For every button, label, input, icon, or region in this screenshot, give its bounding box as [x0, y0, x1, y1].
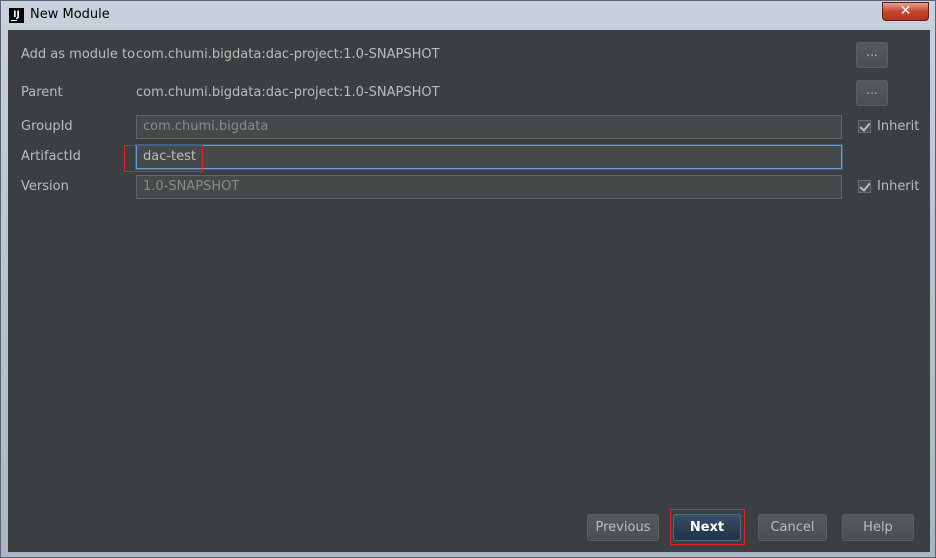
parent-browse-button[interactable]: ...: [856, 80, 888, 106]
title-bar[interactable]: IJ New Module ✕: [1, 1, 935, 30]
checkmark-icon[interactable]: [858, 120, 871, 133]
intellij-icon: IJ: [9, 8, 24, 23]
artifact-id-field[interactable]: dac-test: [136, 145, 842, 169]
artifact-id-annotation: [124, 145, 203, 172]
dialog-window: IJ New Module ✕ Add as module to com.chu…: [0, 0, 936, 558]
group-id-label: GroupId: [21, 119, 73, 134]
checkmark-icon[interactable]: [858, 180, 871, 193]
version-inherit-label: Inherit: [877, 179, 920, 194]
cancel-button[interactable]: Cancel: [758, 514, 827, 541]
version-inherit-checkbox[interactable]: Inherit: [858, 179, 919, 194]
next-annotation: [670, 509, 745, 545]
close-icon: ✕: [899, 3, 912, 19]
dialog-content: Add as module to com.chumi.bigdata:dac-p…: [8, 30, 930, 552]
previous-button[interactable]: Previous: [587, 514, 659, 541]
parent-label: Parent: [21, 85, 63, 100]
group-id-field[interactable]: com.chumi.bigdata: [136, 115, 842, 139]
add-as-module-browse-button[interactable]: ...: [856, 42, 888, 68]
parent-value: com.chumi.bigdata:dac-project:1.0-SNAPSH…: [136, 85, 440, 100]
window-title: New Module: [30, 7, 110, 22]
add-as-module-value: com.chumi.bigdata:dac-project:1.0-SNAPSH…: [136, 47, 440, 62]
group-id-inherit-checkbox[interactable]: Inherit: [858, 119, 919, 134]
artifact-id-label: ArtifactId: [21, 149, 81, 164]
group-id-inherit-label: Inherit: [877, 119, 920, 134]
version-field[interactable]: 1.0-SNAPSHOT: [136, 175, 842, 199]
version-label: Version: [21, 179, 69, 194]
close-button[interactable]: ✕: [882, 2, 929, 21]
help-button[interactable]: Help: [842, 514, 914, 541]
add-as-module-label: Add as module to: [21, 47, 136, 62]
